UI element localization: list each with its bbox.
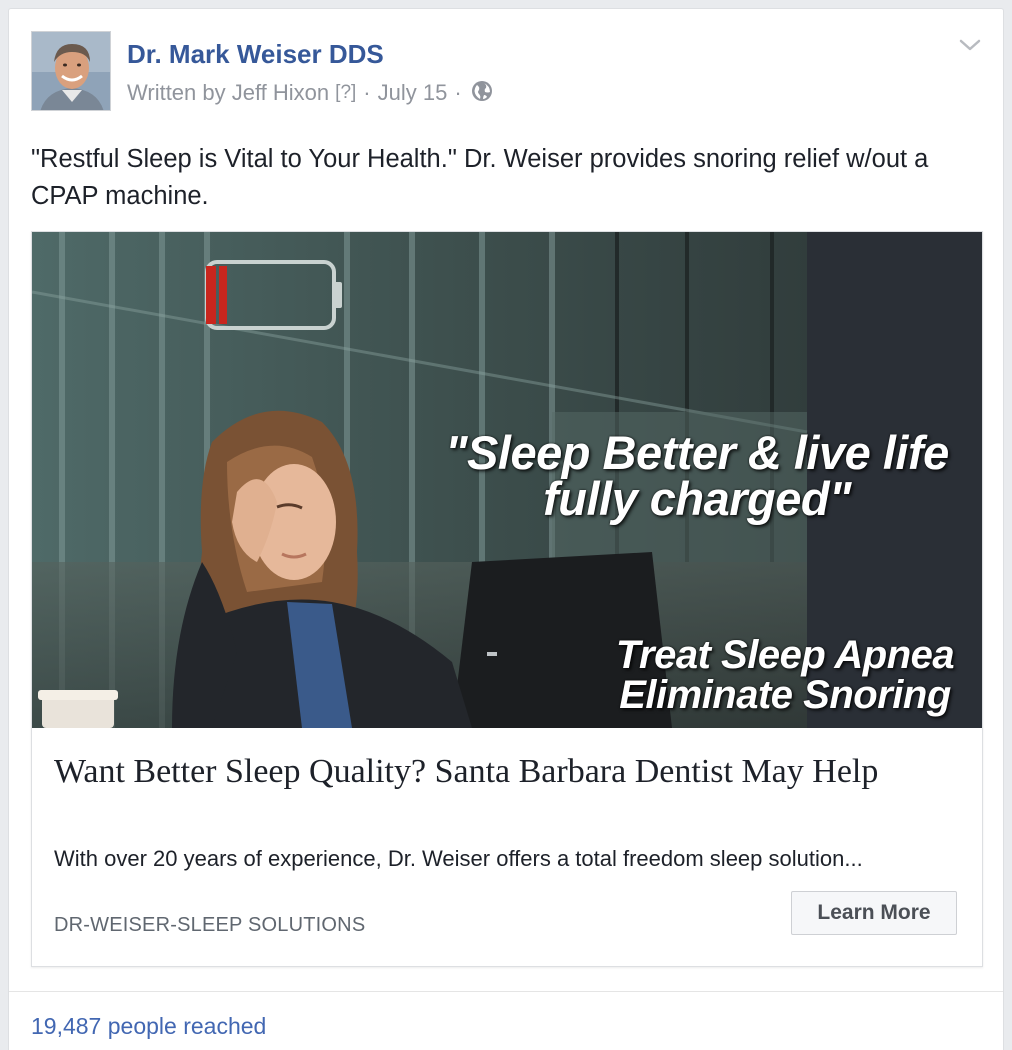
link-domain: DR-WEISER-SLEEP SOLUTIONS: [54, 914, 366, 936]
chevron-down-icon[interactable]: [957, 35, 983, 55]
post-date-link[interactable]: July 15: [378, 80, 448, 106]
divider: [9, 991, 1003, 992]
people-reached-link[interactable]: 19,487 people reached: [31, 1013, 266, 1040]
hero-subheadline: Treat Sleep Apnea Eliminate Snoring: [592, 635, 978, 715]
help-marker[interactable]: [?]: [335, 82, 356, 104]
globe-icon[interactable]: [471, 80, 493, 108]
written-by-text: Written by Jeff Hixon: [127, 80, 330, 105]
hero-headline: "Sleep Better & live life fully charged": [412, 426, 982, 525]
hero-headline-line2: fully charged": [543, 472, 851, 525]
author-name-link[interactable]: Dr. Mark Weiser DDS: [127, 39, 384, 70]
hero-headline-line1: "Sleep Better & live life: [445, 426, 949, 479]
avatar[interactable]: [31, 31, 111, 111]
hero-sub-line2: Eliminate Snoring: [619, 673, 951, 717]
link-preview-image[interactable]: "Sleep Better & live life fully charged"…: [32, 232, 982, 728]
meta-separator: ·: [363, 80, 371, 105]
post-caption: "Restful Sleep is Vital to Your Health."…: [31, 145, 929, 210]
link-preview[interactable]: "Sleep Better & live life fully charged"…: [31, 231, 983, 967]
link-description: With over 20 years of experience, Dr. We…: [54, 846, 863, 871]
learn-more-button[interactable]: Learn More: [791, 891, 957, 935]
link-preview-body: Want Better Sleep Quality? Santa Barbara…: [32, 728, 982, 966]
meta-separator: ·: [454, 80, 462, 105]
link-title[interactable]: Want Better Sleep Quality? Santa Barbara…: [54, 750, 954, 794]
post-meta: Written by Jeff Hixon [?] · July 15 ·: [127, 79, 493, 107]
post-card: Dr. Mark Weiser DDS Written by Jeff Hixo…: [8, 8, 1004, 1050]
hero-sub-line1: Treat Sleep Apnea: [615, 633, 955, 677]
